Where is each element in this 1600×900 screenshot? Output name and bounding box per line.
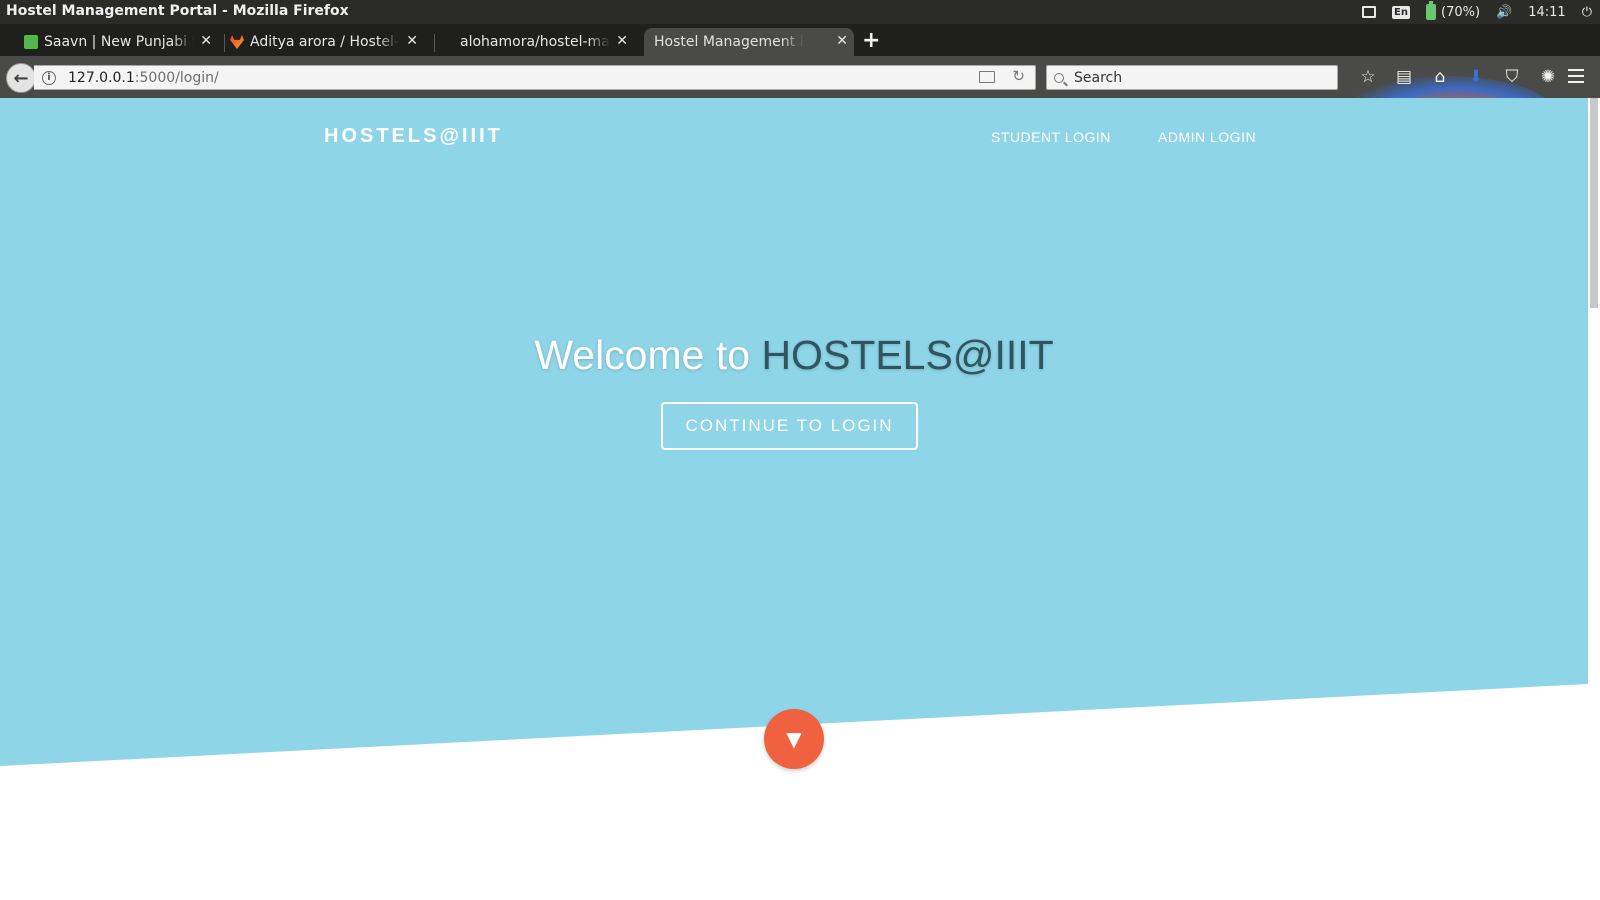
search-placeholder: Search: [1074, 69, 1123, 86]
page-viewport: HOSTELS@IIIT STUDENT LOGIN ADMIN LOGIN W…: [0, 98, 1588, 900]
search-icon: [1054, 72, 1064, 83]
battery-icon: [1426, 1, 1436, 20]
tab-gitlab[interactable]: Aditya arora / Hostel-Management ✕: [228, 28, 424, 56]
display-icon[interactable]: [1354, 0, 1384, 24]
bookmark-star-icon[interactable]: ☆: [1350, 67, 1386, 87]
reader-view-icon[interactable]: [979, 71, 995, 83]
keyboard-layout-indicator[interactable]: En: [1384, 0, 1418, 24]
info-icon[interactable]: i: [42, 70, 56, 85]
new-tab-button[interactable]: +: [862, 30, 880, 52]
tab-label: Aditya arora / Hostel-Management: [250, 34, 400, 50]
bookmarks-list-icon[interactable]: ▤: [1386, 67, 1422, 87]
downloads-icon[interactable]: ⬇: [1458, 67, 1494, 87]
scroll-down-button[interactable]: ▼: [764, 709, 824, 769]
hamburger-menu-icon[interactable]: [1568, 69, 1584, 83]
window-title: Hostel Management Portal - Mozilla Firef…: [6, 3, 349, 19]
continue-to-login-button[interactable]: CONTINUE TO LOGIN: [661, 402, 918, 450]
tab-label: alohamora/hostel-management: [460, 34, 610, 50]
url-bar[interactable]: i 127.0.0.1:5000/login/ ↻: [34, 65, 1036, 90]
welcome-highlight: HOSTELS@IIIT: [761, 332, 1054, 378]
tab-github[interactable]: alohamora/hostel-management ✕: [438, 28, 634, 56]
close-icon[interactable]: ✕: [406, 33, 418, 49]
saavn-icon: [24, 35, 38, 49]
welcome-prefix: Welcome to: [534, 332, 751, 378]
search-input[interactable]: Search: [1046, 65, 1338, 90]
clock[interactable]: 14:11: [1520, 0, 1573, 24]
gitlab-icon: [230, 35, 244, 49]
tab-label: Saavn | New Punjabi Songs: [44, 34, 194, 50]
power-icon[interactable]: ⏻: [1574, 0, 1600, 24]
pocket-icon[interactable]: ⛉: [1494, 67, 1530, 87]
volume-icon[interactable]: 🔊: [1488, 0, 1520, 24]
extension-icon[interactable]: ✺: [1530, 67, 1566, 87]
back-button[interactable]: ←: [6, 63, 36, 93]
welcome-heading: Welcome to HOSTELS@IIIT: [0, 332, 1588, 379]
scrollbar-thumb[interactable]: [1590, 98, 1598, 308]
close-icon[interactable]: ✕: [200, 33, 212, 49]
close-icon[interactable]: ✕: [836, 33, 848, 49]
hero-background: [0, 98, 1588, 766]
tab-saavn[interactable]: Saavn | New Punjabi Songs ✕: [22, 28, 218, 56]
tab-hostel-portal[interactable]: Hostel Management Portal ✕: [644, 28, 854, 56]
battery-percent: (70%): [1441, 4, 1481, 20]
chevron-down-icon: ▼: [786, 727, 802, 751]
os-top-bar: Hostel Management Portal - Mozilla Firef…: [0, 0, 1600, 24]
brand-logo[interactable]: HOSTELS@IIIT: [324, 125, 503, 148]
home-icon[interactable]: ⌂: [1422, 67, 1458, 87]
reload-icon[interactable]: ↻: [1012, 67, 1025, 85]
url-text[interactable]: 127.0.0.1:5000/login/: [68, 70, 219, 86]
tab-label: Hostel Management Portal: [654, 34, 804, 50]
close-icon[interactable]: ✕: [616, 33, 628, 49]
student-login-link[interactable]: STUDENT LOGIN: [991, 129, 1111, 145]
system-tray: En (70%) 🔊 14:11 ⏻: [1354, 0, 1600, 24]
hero-section: HOSTELS@IIIT STUDENT LOGIN ADMIN LOGIN W…: [0, 98, 1588, 900]
github-icon: [440, 35, 454, 49]
toolbar-icons: ☆ ▤ ⌂ ⬇ ⛉ ✺: [1350, 56, 1566, 98]
admin-login-link[interactable]: ADMIN LOGIN: [1158, 129, 1256, 145]
tab-strip: Saavn | New Punjabi Songs ✕ Aditya arora…: [0, 24, 1600, 56]
navigation-toolbar: ← i 127.0.0.1:5000/login/ ↻ Search ☆ ▤ ⌂…: [0, 56, 1600, 154]
page-scrollbar[interactable]: [1588, 98, 1600, 900]
battery-indicator[interactable]: (70%): [1418, 0, 1488, 24]
